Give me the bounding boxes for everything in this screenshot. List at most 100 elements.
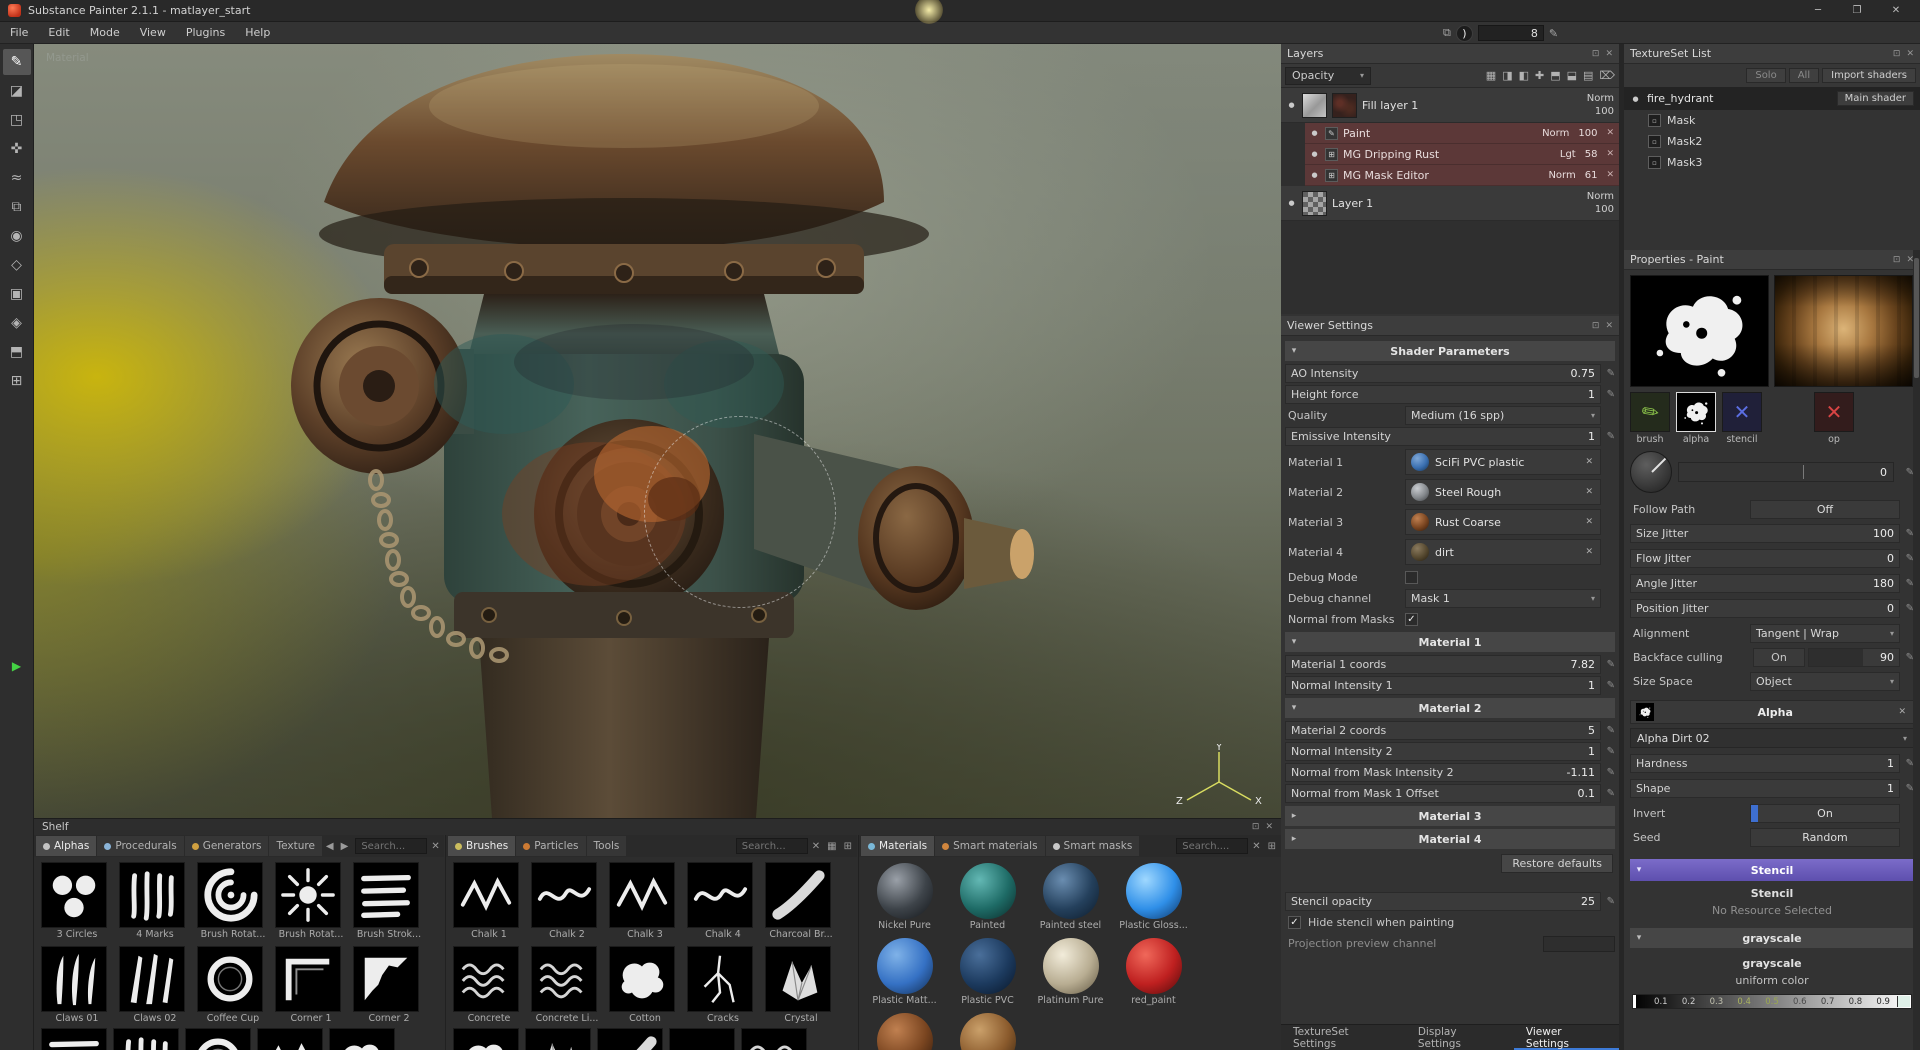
alpha-slot[interactable] xyxy=(1676,392,1716,432)
tabs-scroll-right-icon[interactable]: ▶ xyxy=(338,841,352,852)
brushes-search-input[interactable] xyxy=(736,838,808,854)
material-item[interactable]: Plastic PVC xyxy=(949,937,1026,1006)
paint-tool-icon[interactable]: ✎ xyxy=(3,49,31,75)
restore-defaults-button[interactable]: Restore defaults xyxy=(1501,854,1613,873)
remove-effect-icon[interactable]: ✕ xyxy=(1606,128,1614,138)
alpha-item[interactable]: Corner 2 xyxy=(353,946,425,1024)
alpha-item[interactable]: Claws 02 xyxy=(119,946,191,1024)
brush-slot[interactable]: ✎ xyxy=(1630,392,1670,432)
projection-tool-icon[interactable]: ◳ xyxy=(3,107,31,133)
tab-generators[interactable]: Generators xyxy=(185,836,269,856)
channel-row-mask[interactable]: ▫Mask xyxy=(1624,110,1920,131)
clear-material-icon[interactable]: ✕ xyxy=(1583,457,1595,467)
layers-dock-icon[interactable]: ⊡ xyxy=(1592,49,1600,59)
effect-row-mg-mask-editor[interactable]: ● ⊞ MG Mask Editor Norm61✕ xyxy=(1305,165,1619,186)
normal-from-mask-intensity-2-row[interactable]: Normal from Mask Intensity 2-1.11✎ xyxy=(1285,763,1615,782)
pencil-icon[interactable]: ✎ xyxy=(1601,431,1615,442)
invert-toggle[interactable]: On xyxy=(1750,804,1900,823)
hide-stencil-checkbox[interactable]: ✓ xyxy=(1288,916,1301,929)
add-layer-icon[interactable]: ▤ xyxy=(1583,69,1593,82)
material-1-section-header[interactable]: ▾Material 1 xyxy=(1285,632,1615,652)
material-2-picker[interactable]: Steel Rough✕ xyxy=(1405,479,1601,505)
material-item[interactable]: Platinum Pure xyxy=(1032,937,1109,1006)
textureset-close-icon[interactable]: ✕ xyxy=(1906,49,1914,59)
position-jitter-row[interactable]: Position Jitter0✎ xyxy=(1630,599,1914,618)
viewer-close-icon[interactable]: ✕ xyxy=(1605,321,1613,331)
visibility-icon[interactable]: ● xyxy=(1309,150,1320,158)
alignment-dropdown[interactable]: Tangent | Wrap▾ xyxy=(1750,624,1900,643)
stencil-opacity-row[interactable]: Stencil opacity25✎ xyxy=(1285,892,1615,911)
add-folder-icon[interactable]: ⬓ xyxy=(1567,69,1577,82)
alphas-search-clear-icon[interactable]: ✕ xyxy=(428,841,442,852)
pencil-icon[interactable]: ✎ xyxy=(1601,389,1615,400)
close-button[interactable]: ✕ xyxy=(1880,5,1912,16)
tab-textureset-settings[interactable]: TextureSet Settings xyxy=(1281,1025,1406,1050)
angle-jitter-row[interactable]: Angle Jitter180✎ xyxy=(1630,574,1914,593)
tab-viewer-settings[interactable]: Viewer Settings xyxy=(1514,1025,1619,1050)
brush-item[interactable]: Concrete xyxy=(453,946,525,1024)
pencil-icon[interactable]: ✎ xyxy=(1900,467,1914,478)
add-fill-icon[interactable]: ⬒ xyxy=(1550,69,1560,82)
pencil-icon[interactable]: ✎ xyxy=(1601,659,1615,670)
layer-thumbnail[interactable] xyxy=(1302,191,1327,216)
remove-effect-icon[interactable]: ✕ xyxy=(1606,170,1614,180)
pencil-icon[interactable]: ✎ xyxy=(1900,652,1914,663)
tab-display-settings[interactable]: Display Settings xyxy=(1406,1025,1514,1050)
visibility-icon[interactable]: ● xyxy=(1309,171,1320,179)
shape-row[interactable]: Shape1✎ xyxy=(1630,779,1914,798)
menu-edit[interactable]: Edit xyxy=(38,22,79,43)
material-1-picker[interactable]: SciFi PVC plastic✕ xyxy=(1405,449,1601,475)
mask-thumbnail[interactable] xyxy=(1332,93,1357,118)
pencil-icon[interactable]: ✎ xyxy=(1601,725,1615,736)
layer-thumbnail[interactable] xyxy=(1302,93,1327,118)
effect-row-paint[interactable]: ● ✎ Paint Norm100✕ xyxy=(1305,123,1619,144)
tab-textures[interactable]: Texture xyxy=(269,836,321,856)
material-item[interactable]: Plastic Gloss... xyxy=(1115,862,1192,931)
alpha-item[interactable]: Claws 01 xyxy=(41,946,113,1024)
3d-viewport[interactable]: Material xyxy=(34,44,1281,818)
brush-item[interactable]: Cracks xyxy=(687,946,759,1024)
normal-from-masks-checkbox[interactable]: ✓ xyxy=(1405,613,1418,626)
alphas-search-input[interactable] xyxy=(355,838,427,854)
size-slider[interactable]: 0 xyxy=(1678,462,1894,482)
rotation-dial[interactable] xyxy=(1630,451,1672,493)
properties-dock-icon[interactable]: ⊡ xyxy=(1893,255,1901,265)
brush-item[interactable]: Chalk 4 xyxy=(687,862,759,940)
channel-row-mask3[interactable]: ▫Mask3 xyxy=(1624,152,1920,173)
material-2-section-header[interactable]: ▾Material 2 xyxy=(1285,698,1615,718)
perspective-toggle-icon[interactable]: ◈ xyxy=(3,310,31,336)
channel-row-mask2[interactable]: ▫Mask2 xyxy=(1624,131,1920,152)
brush-item[interactable]: Cotton xyxy=(609,946,681,1024)
tabs-scroll-left-icon[interactable]: ◀ xyxy=(323,841,337,852)
clear-alpha-icon[interactable]: ✕ xyxy=(1896,707,1908,717)
tab-alphas[interactable]: Alphas xyxy=(36,836,96,856)
shelf-close-icon[interactable]: ✕ xyxy=(1265,822,1273,832)
stencil-slot[interactable]: ✕ xyxy=(1722,392,1762,432)
brushes-search-clear-icon[interactable]: ✕ xyxy=(809,841,823,852)
environment-preview[interactable] xyxy=(1774,275,1913,387)
material-2-coords-row[interactable]: Material 2 coords5✎ xyxy=(1285,721,1615,740)
normal-intensity-1-row[interactable]: Normal Intensity 11✎ xyxy=(1285,676,1615,695)
pencil-icon[interactable]: ✎ xyxy=(1900,783,1914,794)
import-shaders-button[interactable]: Import shaders xyxy=(1822,68,1916,83)
delete-layer-icon[interactable]: ⌦ xyxy=(1599,69,1615,82)
layers-close-icon[interactable]: ✕ xyxy=(1605,49,1613,59)
menu-help[interactable]: Help xyxy=(235,22,280,43)
backface-toggle[interactable]: On xyxy=(1753,648,1805,667)
material-item[interactable]: Rust Fine xyxy=(949,1012,1026,1050)
material-item[interactable]: Painted xyxy=(949,862,1026,931)
remove-effect-icon[interactable]: ✕ xyxy=(1606,149,1614,159)
add-mask-icon[interactable]: ◨ xyxy=(1502,69,1512,82)
materials-search-input[interactable] xyxy=(1176,838,1248,854)
menu-mode[interactable]: Mode xyxy=(80,22,130,43)
seed-random-button[interactable]: Random xyxy=(1750,828,1900,847)
solo-button[interactable]: Solo xyxy=(1746,68,1785,83)
normal-from-mask-1-offset-row[interactable]: Normal from Mask 1 Offset0.1✎ xyxy=(1285,784,1615,803)
brush-item[interactable]: Chalk 2 xyxy=(531,862,603,940)
alpha-item[interactable]: Coffee Cup xyxy=(197,946,269,1024)
material-3-picker[interactable]: Rust Coarse✕ xyxy=(1405,509,1601,535)
grid-toggle-icon[interactable]: ⊞ xyxy=(3,368,31,394)
normal-intensity-2-row[interactable]: Normal Intensity 21✎ xyxy=(1285,742,1615,761)
op-slot[interactable]: ✕ xyxy=(1814,392,1854,432)
grayscale-section-header[interactable]: ▾grayscale xyxy=(1630,928,1914,948)
